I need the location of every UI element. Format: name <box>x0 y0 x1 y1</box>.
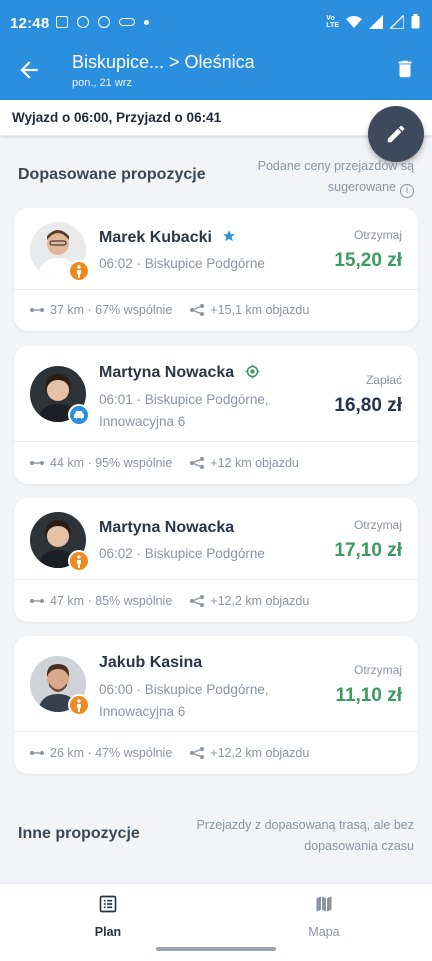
ride-offer-card[interactable]: Martyna Nowacka 06:01 · Biskupice Podgór… <box>14 346 418 484</box>
pencil-icon <box>387 125 405 143</box>
distance-text: 44 km · 95% wspólnie <box>50 456 173 470</box>
price-value: 15,20 zł <box>334 250 402 271</box>
link-icon <box>119 18 135 26</box>
volte-icon: Vo LTE <box>326 14 339 29</box>
departure-info: 06:01 · Biskupice Podgórne, Innowacyjna … <box>99 392 269 429</box>
walking-person-icon <box>77 264 81 278</box>
departure-info: 06:00 · Biskupice Podgórne, Innowacyjna … <box>99 682 269 719</box>
car-icon <box>74 411 84 419</box>
walking-person-icon <box>77 554 81 568</box>
passenger-badge <box>68 550 90 572</box>
list-icon <box>99 895 117 913</box>
status-time: 12:48 <box>10 15 50 32</box>
card-divider <box>14 579 418 580</box>
card-divider <box>14 731 418 732</box>
card-footer: 37 km · 67% wspólnie +15,1 km objazdu <box>30 303 327 317</box>
avatar <box>30 222 90 282</box>
ride-offer-card[interactable]: Jakub Kasina 06:00 · Biskupice Podgórne,… <box>14 636 418 774</box>
distance-text: 26 km · 47% wspólnie <box>50 746 173 760</box>
wifi-icon <box>346 15 362 28</box>
nav-map-label: Mapa <box>308 925 340 939</box>
distance-icon <box>30 308 44 312</box>
nav-plan-label: Plan <box>94 925 122 939</box>
card-footer: 47 km · 85% wspólnie +12,2 km objazdu <box>30 594 327 608</box>
nav-plan[interactable]: Plan <box>48 894 168 939</box>
route-date: pon., 21 wrz <box>72 77 132 89</box>
distance-icon <box>30 461 44 465</box>
notification-icons <box>56 16 149 28</box>
card-footer: 44 km · 95% wspólnie +12 km objazdu <box>30 456 317 470</box>
trash-icon[interactable] <box>394 57 416 81</box>
other-section-note: Przejazdy z dopasowaną trasą, ale bez do… <box>196 818 415 853</box>
dot-icon <box>144 19 149 25</box>
card-footer: 26 km · 47% wspólnie +12,2 km objazdu <box>30 746 327 760</box>
detour-text: +15,1 km objazdu <box>210 303 310 317</box>
driver-name: Martyna Nowacka <box>99 364 260 382</box>
passenger-badge <box>68 260 90 282</box>
detour-icon <box>190 304 205 316</box>
signal-5g-icon <box>390 14 404 29</box>
battery-icon <box>411 14 420 29</box>
price-value: 16,80 zł <box>334 395 402 416</box>
detour-text: +12 km objazdu <box>210 456 299 470</box>
calendar-icon <box>56 16 68 28</box>
detour-icon <box>190 747 205 759</box>
system-icons: Vo LTE <box>326 14 420 29</box>
price-value: 17,10 zł <box>334 540 402 561</box>
target-icon <box>245 364 259 379</box>
price-suggestion-note: Podane ceny przejazdów są sugerowane i <box>194 156 414 198</box>
nav-map[interactable]: Mapa <box>264 894 384 939</box>
fan-icon <box>98 16 110 28</box>
price-label: Otrzymaj <box>354 228 402 242</box>
other-section-title: Inne propozycje <box>18 825 140 842</box>
price-note-text: Podane ceny przejazdów są sugerowane <box>257 159 414 194</box>
driver-name: Jakub Kasina <box>99 654 203 671</box>
driver-name: Marek Kubacki <box>99 229 236 247</box>
detour-text: +12,2 km objazdu <box>210 746 310 760</box>
detour-icon <box>190 457 205 469</box>
departure-info: 06:02 · Biskupice Podgórne <box>99 256 265 271</box>
departure-info: 06:02 · Biskupice Podgórne <box>99 546 265 561</box>
distance-icon <box>30 751 44 755</box>
status-bar: 12:48 Vo LTE <box>0 0 432 44</box>
home-indicator[interactable] <box>156 947 276 951</box>
card-divider <box>14 441 418 442</box>
walking-person-icon <box>77 698 81 712</box>
signal-icon <box>369 14 383 29</box>
distance-text: 47 km · 85% wspólnie <box>50 594 173 608</box>
price-label: Otrzymaj <box>354 518 402 532</box>
price-label: Otrzymaj <box>354 663 402 677</box>
ride-offer-card[interactable]: Martyna Nowacka 06:02 · Biskupice Podgór… <box>14 498 418 622</box>
edit-fab-button[interactable] <box>368 106 424 162</box>
passenger-badge <box>68 694 90 716</box>
detour-text: +12,2 km objazdu <box>210 594 310 608</box>
avatar <box>30 656 90 716</box>
driver-badge <box>68 404 90 426</box>
star-icon <box>223 230 236 242</box>
info-icon[interactable]: i <box>400 184 414 198</box>
ride-offer-card[interactable]: Marek Kubacki 06:02 · Biskupice Podgórne… <box>14 208 418 331</box>
avatar <box>30 366 90 426</box>
trip-info-text: Wyjazd o 06:00, Przyjazd o 06:41 <box>12 110 222 125</box>
back-arrow-icon[interactable] <box>16 57 42 83</box>
motorola-icon <box>77 16 89 28</box>
matched-section-title: Dopasowane propozycje <box>18 166 206 183</box>
driver-name: Martyna Nowacka <box>99 519 235 536</box>
distance-text: 37 km · 67% wspólnie <box>50 303 173 317</box>
route-title: Biskupice... > Oleśnica <box>72 52 255 72</box>
price-label: Zapłać <box>365 373 402 387</box>
app-bar: 12:48 Vo LTE Biskupice... > Oleśnica pon.… <box>0 0 432 100</box>
price-value: 11,10 zł <box>335 685 402 706</box>
map-icon <box>316 896 332 912</box>
distance-icon <box>30 599 44 603</box>
detour-icon <box>190 595 205 607</box>
card-divider <box>14 289 418 290</box>
avatar <box>30 512 90 572</box>
